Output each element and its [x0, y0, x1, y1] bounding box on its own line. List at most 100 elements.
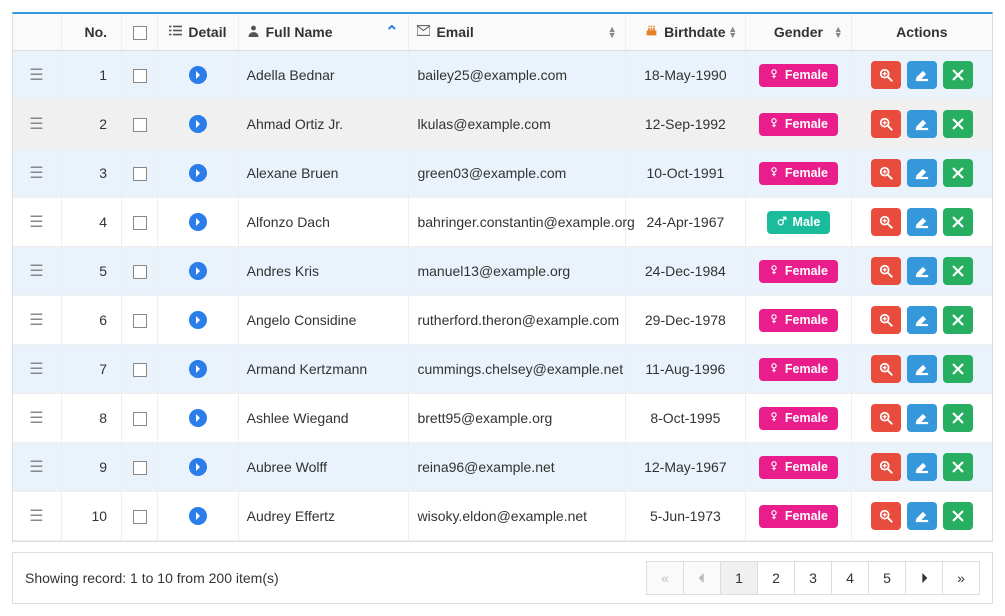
header-check-all[interactable] [122, 14, 158, 51]
drag-handle-icon[interactable]: ☰ [29, 67, 44, 84]
view-button[interactable] [871, 257, 901, 285]
page-next-button[interactable] [905, 561, 943, 595]
gender-badge: Female [759, 64, 838, 87]
delete-button[interactable] [943, 110, 973, 138]
header-full-name[interactable]: Full Name ⌃ [238, 14, 409, 51]
gender-label: Female [785, 510, 828, 523]
expand-detail-button[interactable] [189, 360, 207, 378]
edit-button[interactable] [907, 355, 937, 383]
page-first-button[interactable]: « [646, 561, 684, 595]
view-button[interactable] [871, 355, 901, 383]
edit-button[interactable] [907, 159, 937, 187]
expand-detail-button[interactable] [189, 164, 207, 182]
data-table-container: No. Detail Full Name ⌃ Email [12, 12, 993, 542]
delete-button[interactable] [943, 306, 973, 334]
page-number-button[interactable]: 2 [757, 561, 795, 595]
row-checkbox[interactable] [133, 69, 147, 83]
row-checkbox[interactable] [133, 216, 147, 230]
drag-handle-icon[interactable]: ☰ [29, 116, 44, 133]
edit-button[interactable] [907, 110, 937, 138]
view-button[interactable] [871, 159, 901, 187]
edit-button[interactable] [907, 502, 937, 530]
edit-button[interactable] [907, 61, 937, 89]
page-last-button[interactable]: » [942, 561, 980, 595]
cell-full-name: Ahmad Ortiz Jr. [238, 100, 409, 149]
header-birthdate[interactable]: Birthdate ▲▼ [625, 14, 746, 51]
gender-badge: Female [759, 358, 838, 381]
expand-detail-button[interactable] [189, 311, 207, 329]
cell-full-name: Angelo Considine [238, 296, 409, 345]
cell-full-name: Alfonzo Dach [238, 198, 409, 247]
delete-button[interactable] [943, 453, 973, 481]
delete-button[interactable] [943, 61, 973, 89]
view-button[interactable] [871, 61, 901, 89]
header-email[interactable]: Email ▲▼ [409, 14, 625, 51]
row-checkbox[interactable] [133, 118, 147, 132]
gender-badge: Female [759, 505, 838, 528]
row-checkbox[interactable] [133, 167, 147, 181]
cell-birthdate: 18-May-1990 [625, 51, 746, 100]
female-icon [769, 265, 779, 278]
expand-detail-button[interactable] [189, 115, 207, 133]
drag-handle-icon[interactable]: ☰ [29, 361, 44, 378]
drag-handle-icon[interactable]: ☰ [29, 214, 44, 231]
row-checkbox[interactable] [133, 412, 147, 426]
delete-button[interactable] [943, 404, 973, 432]
gender-label: Female [785, 412, 828, 425]
delete-button[interactable] [943, 355, 973, 383]
header-gender[interactable]: Gender ▲▼ [746, 14, 852, 51]
drag-handle-icon[interactable]: ☰ [29, 263, 44, 280]
edit-button[interactable] [907, 257, 937, 285]
female-icon [769, 69, 779, 82]
table-row: ☰2Ahmad Ortiz Jr.lkulas@example.com12-Se… [13, 100, 992, 149]
view-button[interactable] [871, 453, 901, 481]
row-number: 8 [61, 394, 121, 443]
view-button[interactable] [871, 110, 901, 138]
expand-detail-button[interactable] [189, 409, 207, 427]
cell-birthdate: 5-Jun-1973 [625, 492, 746, 541]
drag-handle-icon[interactable]: ☰ [29, 459, 44, 476]
expand-detail-button[interactable] [189, 507, 207, 525]
data-table: No. Detail Full Name ⌃ Email [13, 14, 992, 541]
cell-birthdate: 12-Sep-1992 [625, 100, 746, 149]
row-number: 4 [61, 198, 121, 247]
page-number-button[interactable]: 4 [831, 561, 869, 595]
view-button[interactable] [871, 208, 901, 236]
row-checkbox[interactable] [133, 265, 147, 279]
expand-detail-button[interactable] [189, 262, 207, 280]
view-button[interactable] [871, 502, 901, 530]
drag-handle-icon[interactable]: ☰ [29, 508, 44, 525]
page-number-button[interactable]: 3 [794, 561, 832, 595]
page-prev-button[interactable] [683, 561, 721, 595]
drag-handle-icon[interactable]: ☰ [29, 410, 44, 427]
edit-button[interactable] [907, 404, 937, 432]
expand-detail-button[interactable] [189, 458, 207, 476]
header-no[interactable]: No. [61, 14, 121, 51]
row-checkbox[interactable] [133, 314, 147, 328]
delete-button[interactable] [943, 257, 973, 285]
page-number-button[interactable]: 1 [720, 561, 758, 595]
view-button[interactable] [871, 306, 901, 334]
page-number-button[interactable]: 5 [868, 561, 906, 595]
drag-handle-icon[interactable]: ☰ [29, 165, 44, 182]
row-number: 1 [61, 51, 121, 100]
expand-detail-button[interactable] [189, 213, 207, 231]
row-checkbox[interactable] [133, 363, 147, 377]
delete-button[interactable] [943, 502, 973, 530]
header-gender-label: Gender [774, 24, 823, 40]
row-checkbox[interactable] [133, 510, 147, 524]
edit-button[interactable] [907, 208, 937, 236]
cell-email: manuel13@example.org [409, 247, 625, 296]
table-header-row: No. Detail Full Name ⌃ Email [13, 14, 992, 51]
delete-button[interactable] [943, 159, 973, 187]
drag-handle-icon[interactable]: ☰ [29, 312, 44, 329]
row-number: 6 [61, 296, 121, 345]
checkbox-all[interactable] [133, 26, 147, 40]
edit-button[interactable] [907, 453, 937, 481]
edit-button[interactable] [907, 306, 937, 334]
expand-detail-button[interactable] [189, 66, 207, 84]
row-checkbox[interactable] [133, 461, 147, 475]
cell-full-name: Armand Kertzmann [238, 345, 409, 394]
view-button[interactable] [871, 404, 901, 432]
delete-button[interactable] [943, 208, 973, 236]
